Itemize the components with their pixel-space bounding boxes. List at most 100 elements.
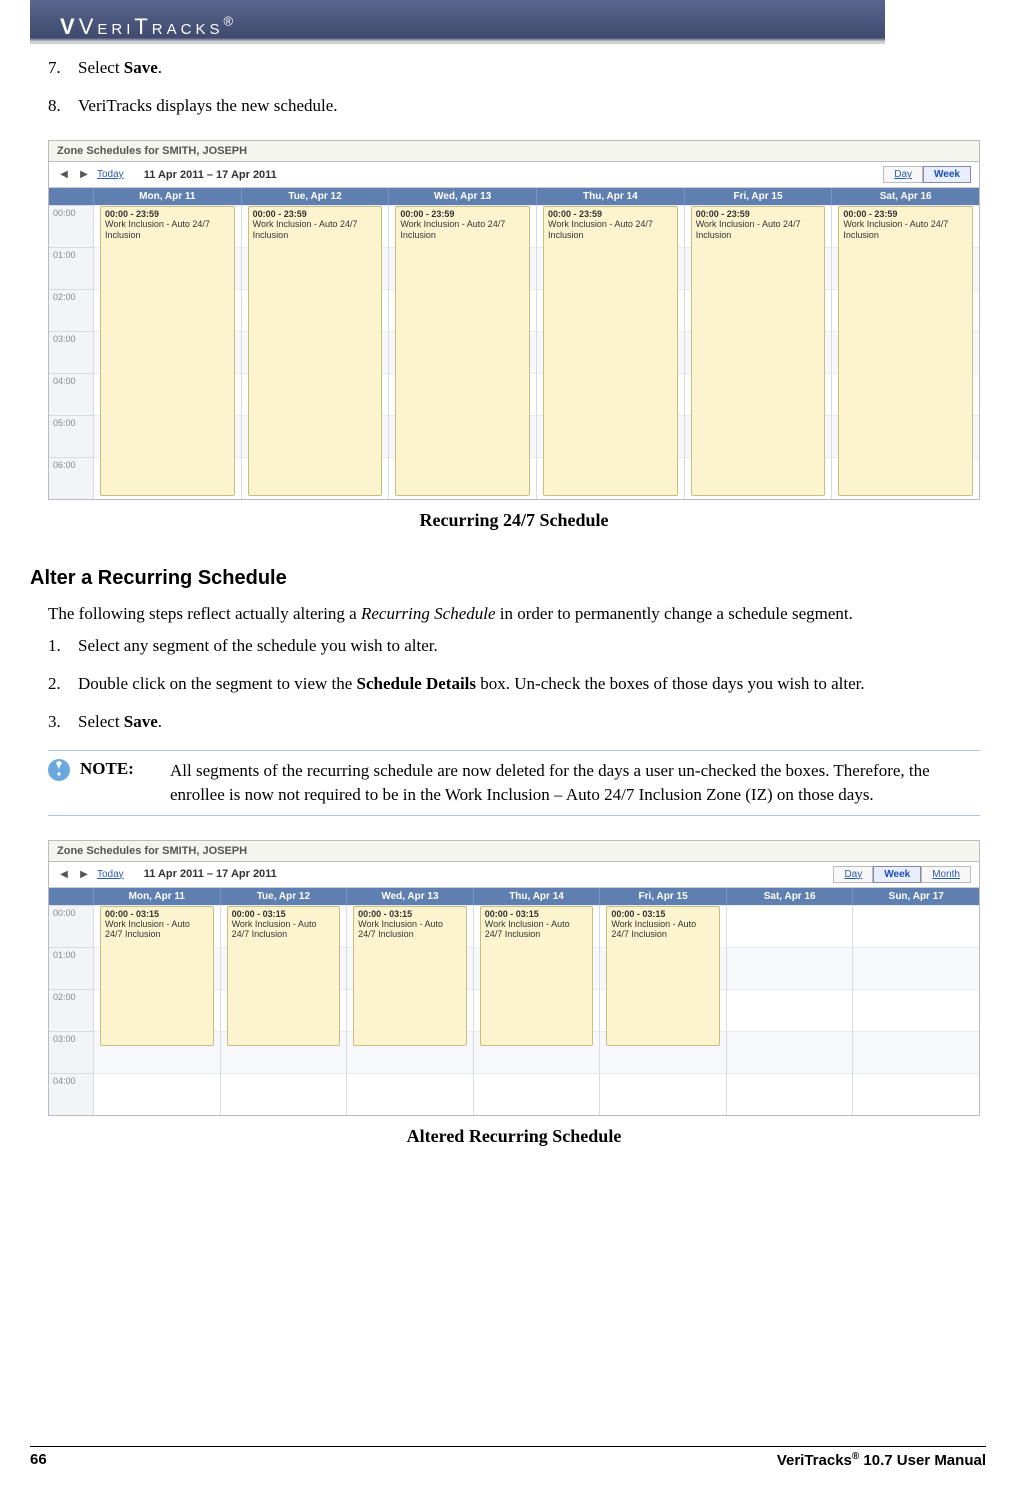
day-header: Thu, Apr 14	[536, 188, 684, 205]
prev-arrow-icon[interactable]: ◀	[57, 867, 71, 881]
grid-line	[853, 905, 979, 947]
grid-line	[474, 1073, 600, 1115]
day-column[interactable]: 00:00 - 03:15Work Inclusion - Auto 24/7 …	[473, 905, 600, 1115]
step-item: 3.Select Save.	[48, 712, 980, 732]
step-number: 8.	[48, 96, 78, 116]
date-range: 11 Apr 2011 – 17 Apr 2011	[144, 868, 277, 880]
step-number: 2.	[48, 674, 78, 694]
grid-line	[347, 1073, 473, 1115]
grid-line	[727, 947, 853, 989]
time-cell: 01:00	[49, 947, 93, 989]
day-columns: 00:00 - 23:59Work Inclusion - Auto 24/7 …	[93, 205, 979, 499]
time-cell: 02:00	[49, 289, 93, 331]
day-column[interactable]: 00:00 - 23:59Work Inclusion - Auto 24/7 …	[241, 205, 389, 499]
day-column[interactable]: 00:00 - 23:59Work Inclusion - Auto 24/7 …	[831, 205, 979, 499]
schedule-event[interactable]: 00:00 - 23:59Work Inclusion - Auto 24/7 …	[100, 206, 235, 496]
schedule-event[interactable]: 00:00 - 23:59Work Inclusion - Auto 24/7 …	[691, 206, 826, 496]
step-text: VeriTracks displays the new schedule.	[78, 96, 980, 116]
day-column[interactable]: 00:00 - 03:15Work Inclusion - Auto 24/7 …	[93, 905, 220, 1115]
step-number: 7.	[48, 58, 78, 78]
day-header: Sun, Apr 17	[852, 888, 979, 905]
schedule-event[interactable]: 00:00 - 23:59Work Inclusion - Auto 24/7 …	[395, 206, 530, 496]
step-text: Double click on the segment to view the …	[78, 674, 980, 694]
today-link[interactable]: Today	[97, 869, 124, 880]
calendar-toolbar: ◀▶Today11 Apr 2011 – 17 Apr 2011DayWeek	[49, 162, 979, 188]
grid-line	[853, 1031, 979, 1073]
schedule-event[interactable]: 00:00 - 03:15Work Inclusion - Auto 24/7 …	[100, 906, 214, 1046]
day-header: Fri, Apr 15	[684, 188, 832, 205]
time-cell: 03:00	[49, 1031, 93, 1073]
tab-day[interactable]: Day	[833, 866, 873, 883]
day-column[interactable]: 00:00 - 23:59Work Inclusion - Auto 24/7 …	[536, 205, 684, 499]
grid-line	[853, 1073, 979, 1115]
calendar-body: 00:0001:0002:0003:0004:0005:0006:0000:00…	[49, 205, 979, 499]
event-title: Work Inclusion - Auto 24/7 Inclusion	[358, 919, 462, 941]
step-item: 7.Select Save.	[48, 58, 980, 78]
schedule-event[interactable]: 00:00 - 03:15Work Inclusion - Auto 24/7 …	[353, 906, 467, 1046]
manual-title: VeriTracks® 10.7 User Manual	[777, 1451, 986, 1469]
grid-line	[727, 905, 853, 947]
calendar-header-row: Mon, Apr 11Tue, Apr 12Wed, Apr 13Thu, Ap…	[49, 888, 979, 905]
day-header: Sat, Apr 16	[726, 888, 853, 905]
note-body: All segments of the recurring schedule a…	[170, 759, 980, 807]
time-gutter-head	[49, 888, 93, 905]
time-gutter: 00:0001:0002:0003:0004:0005:0006:00	[49, 205, 93, 499]
today-link[interactable]: Today	[97, 169, 124, 180]
step-text: Select any segment of the schedule you w…	[78, 636, 980, 656]
day-header: Mon, Apr 11	[93, 188, 241, 205]
time-gutter: 00:0001:0002:0003:0004:00	[49, 905, 93, 1115]
calendar-body: 00:0001:0002:0003:0004:0000:00 - 03:15Wo…	[49, 905, 979, 1115]
tab-week[interactable]: Week	[873, 866, 921, 883]
next-arrow-icon[interactable]: ▶	[77, 867, 91, 881]
document-body: 7.Select Save.8.VeriTracks displays the …	[30, 58, 986, 1147]
schedule-event[interactable]: 00:00 - 23:59Work Inclusion - Auto 24/7 …	[248, 206, 383, 496]
day-header: Wed, Apr 13	[388, 188, 536, 205]
schedule-event[interactable]: 00:00 - 03:15Work Inclusion - Auto 24/7 …	[480, 906, 594, 1046]
note-label: NOTE:	[80, 759, 160, 807]
brand-text: VVeriTracks®	[60, 14, 237, 39]
event-time: 00:00 - 23:59	[548, 209, 673, 219]
day-column[interactable]: 00:00 - 03:15Work Inclusion - Auto 24/7 …	[599, 905, 726, 1115]
view-tabs: DayWeek	[883, 166, 971, 183]
day-column[interactable]: 00:00 - 23:59Work Inclusion - Auto 24/7 …	[684, 205, 832, 499]
schedule-event[interactable]: 00:00 - 23:59Work Inclusion - Auto 24/7 …	[838, 206, 973, 496]
step-item: 8.VeriTracks displays the new schedule.	[48, 96, 980, 116]
day-column[interactable]: 00:00 - 03:15Work Inclusion - Auto 24/7 …	[220, 905, 347, 1115]
schedule-event[interactable]: 00:00 - 03:15Work Inclusion - Auto 24/7 …	[606, 906, 720, 1046]
day-column[interactable]: 00:00 - 23:59Work Inclusion - Auto 24/7 …	[93, 205, 241, 499]
grid-line	[853, 947, 979, 989]
time-cell: 04:00	[49, 1073, 93, 1115]
tab-day[interactable]: Day	[883, 166, 923, 183]
next-arrow-icon[interactable]: ▶	[77, 168, 91, 182]
calendar-toolbar: ◀ ▶ Today 11 Apr 2011 – 17 Apr 2011 DayWeekM…	[49, 862, 979, 888]
grid-line	[94, 1073, 220, 1115]
alter-intro-a: The following steps reflect actually alt…	[48, 604, 361, 623]
brand-bar: VVeriTracks®	[30, 0, 885, 44]
time-cell: 03:00	[49, 331, 93, 373]
event-title: Work Inclusion - Auto 24/7 Inclusion	[548, 219, 673, 241]
event-title: Work Inclusion - Auto 24/7 Inclusion	[253, 219, 378, 241]
prev-arrow-icon[interactable]: ◀	[57, 168, 71, 182]
calendar-header-row: Mon, Apr 11Tue, Apr 12Wed, Apr 13Thu, Ap…	[49, 188, 979, 205]
day-column[interactable]: 00:00 - 23:59Work Inclusion - Auto 24/7 …	[388, 205, 536, 499]
alter-intro-italic: Recurring Schedule	[361, 604, 496, 623]
event-title: Work Inclusion - Auto 24/7 Inclusion	[105, 919, 209, 941]
schedule-event[interactable]: 00:00 - 23:59Work Inclusion - Auto 24/7 …	[543, 206, 678, 496]
step-text: Select Save.	[78, 712, 980, 732]
day-column[interactable]: 00:00 - 03:15Work Inclusion - Auto 24/7 …	[346, 905, 473, 1115]
tab-week[interactable]: Week	[923, 166, 971, 183]
event-title: Work Inclusion - Auto 24/7 Inclusion	[105, 219, 230, 241]
tab-month[interactable]: Month	[921, 866, 971, 883]
grid-line	[727, 1031, 853, 1073]
day-column[interactable]	[726, 905, 853, 1115]
day-column[interactable]	[852, 905, 979, 1115]
brand-reg: ®	[223, 14, 237, 29]
event-time: 00:00 - 03:15	[611, 909, 715, 919]
time-cell: 02:00	[49, 989, 93, 1031]
note-block: NOTE: All segments of the recurring sche…	[48, 750, 980, 816]
schedule-event[interactable]: 00:00 - 03:15Work Inclusion - Auto 24/7 …	[227, 906, 341, 1046]
event-time: 00:00 - 23:59	[843, 209, 968, 219]
grid-line	[600, 1073, 726, 1115]
day-header: Tue, Apr 12	[220, 888, 347, 905]
grid-line	[727, 989, 853, 1031]
